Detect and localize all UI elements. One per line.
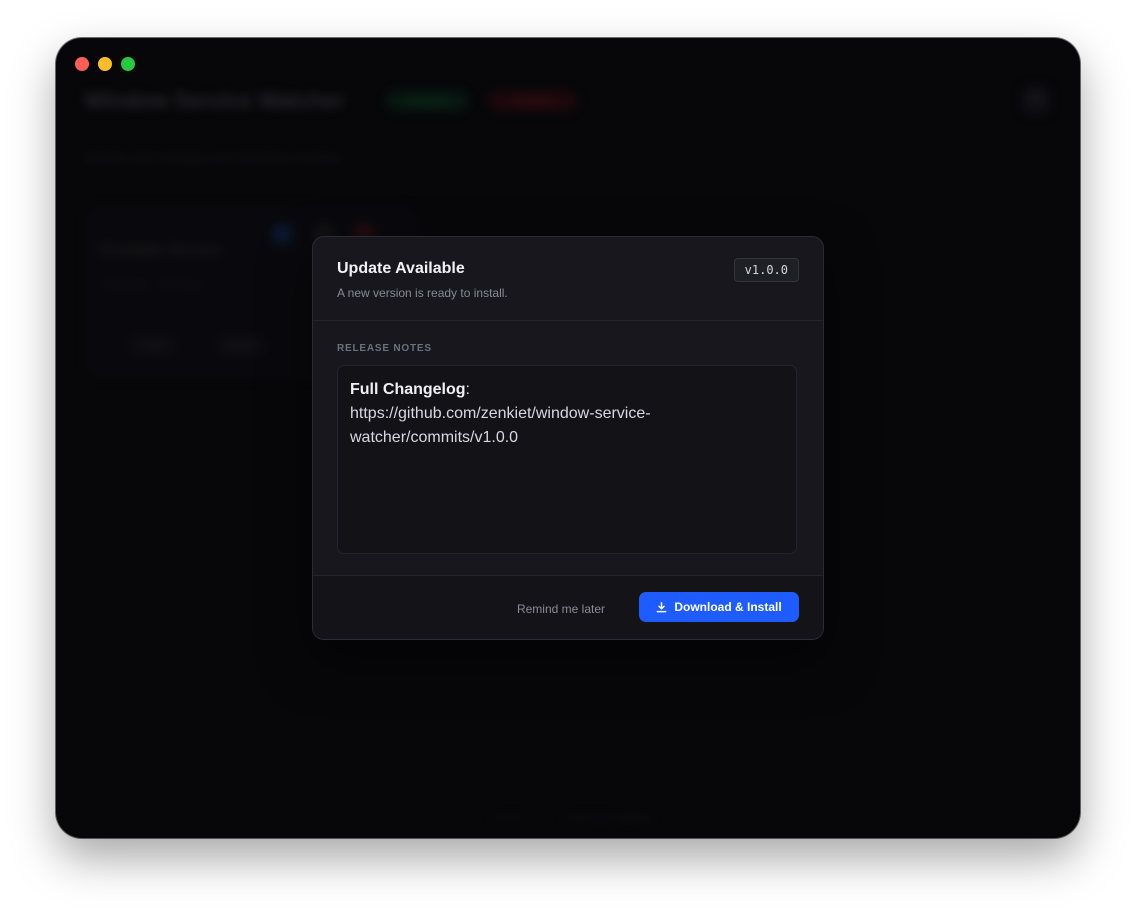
changelog-colon: : xyxy=(465,381,470,398)
download-install-label: Download & Install xyxy=(674,600,782,614)
changelog-link[interactable]: https://github.com/zenkiet/window-servic… xyxy=(350,405,651,446)
app-window: Window Service Watcher Running Stopped ⚙… xyxy=(56,38,1080,838)
dialog-subtitle: A new version is ready to install. xyxy=(337,286,508,300)
version-badge: v1.0.0 xyxy=(733,258,799,282)
changelog-heading: Full Changelog xyxy=(350,381,466,398)
maximize-window-button[interactable] xyxy=(121,57,135,71)
dialog-title: Update Available xyxy=(337,260,465,277)
download-icon xyxy=(656,601,667,612)
download-install-button[interactable]: Download & Install xyxy=(639,592,799,622)
release-notes-label: RELEASE NOTES xyxy=(337,343,432,354)
close-window-button[interactable] xyxy=(75,57,89,71)
dialog-header: Update Available A new version is ready … xyxy=(313,237,823,321)
dialog-footer: Remind me later Download & Install xyxy=(313,575,823,639)
minimize-window-button[interactable] xyxy=(98,57,112,71)
window-controls xyxy=(75,57,135,71)
release-notes-box: Full Changelog: https://github.com/zenki… xyxy=(337,365,797,554)
update-dialog: Update Available A new version is ready … xyxy=(312,236,824,640)
remind-later-button[interactable]: Remind me later xyxy=(511,593,611,623)
